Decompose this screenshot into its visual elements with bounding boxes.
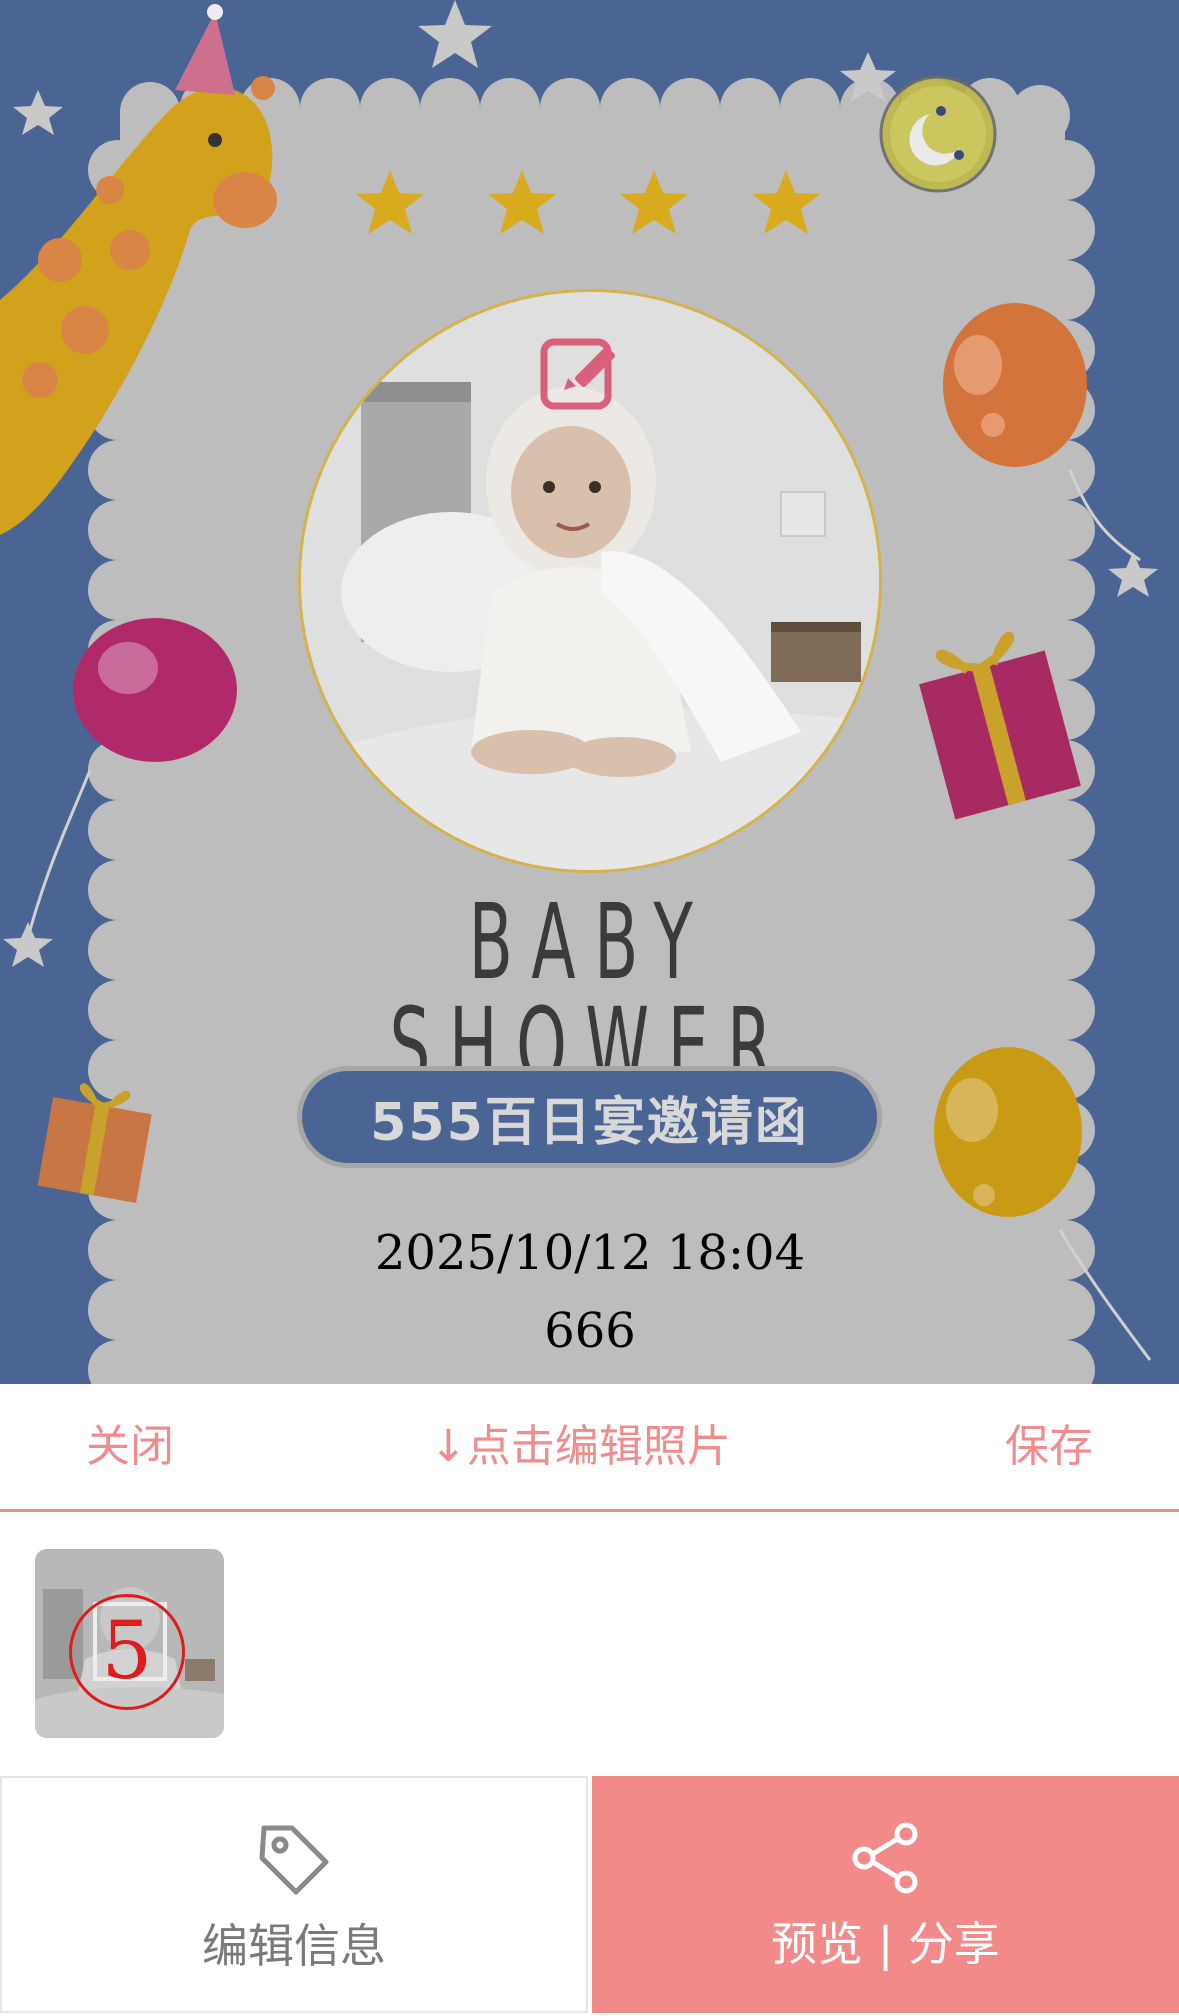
tag-icon [259,1825,329,1895]
card-title-pill: 555百日宴邀请函 [297,1066,882,1168]
thumbnail-number: 5 [69,1594,185,1710]
music-disc-icon[interactable] [878,74,998,194]
photo-thumbnail[interactable]: 5 [35,1549,224,1738]
editor-toolbar: 关闭 ↓点击编辑照片 保存 [0,1384,1179,1512]
edit-photo-hint[interactable]: ↓点击编辑照片 [430,1384,731,1509]
share-icon [852,1822,917,1894]
event-datetime: 2025/10/12 18:04 [374,1225,806,1281]
edit-info-label: 编辑信息 [202,1919,386,1973]
invitation-card-preview: BABY SHOWER 555百日宴邀请函 2025/10/12 18:04 6… [0,0,1179,1384]
save-button[interactable]: 保存 [1005,1384,1093,1509]
event-extra-text: 666 [544,1303,636,1359]
preview-share-label: 预览 | 分享 [771,1917,1000,1971]
card-title: 555百日宴邀请函 [370,1092,809,1153]
photo-thumbnails: 5 [0,1512,1179,1776]
close-button[interactable]: 关闭 [86,1384,174,1509]
edit-info-button[interactable]: 编辑信息 [0,1776,588,2013]
edit-photo-icon[interactable] [538,334,638,414]
preview-share-button[interactable]: 预览 | 分享 [592,1776,1179,2013]
bottom-action-bar: 编辑信息 预览 | 分享 [0,1776,1179,2016]
